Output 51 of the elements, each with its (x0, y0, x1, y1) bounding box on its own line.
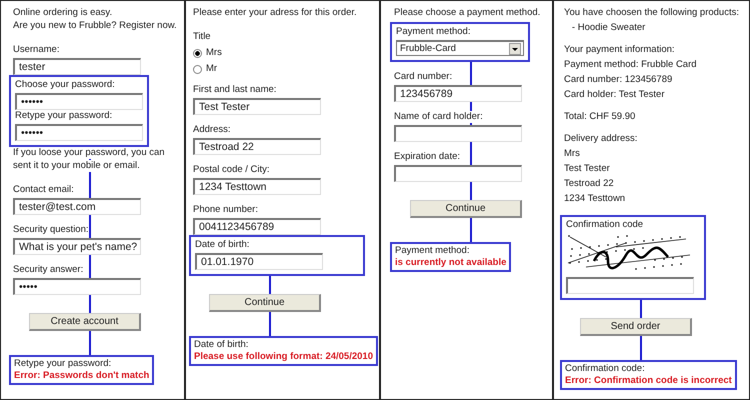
info-text: You have choosen the following products: (564, 7, 739, 19)
info-text: Your payment information: (564, 44, 675, 56)
input-field[interactable] (566, 277, 694, 294)
info-text: Online ordering is easy. (13, 7, 112, 19)
field-label: Retype your password: (15, 110, 112, 122)
info-text: Delivery address: (564, 133, 638, 145)
radio-label: Mrs (206, 47, 222, 59)
field-label: Choose your password: (15, 79, 115, 91)
input-field[interactable]: tester (13, 58, 141, 75)
info-text: If you loose your password, you can (13, 147, 165, 159)
info-text: Please enter your adress for this order. (193, 7, 357, 19)
submit-button[interactable]: Continue (410, 200, 522, 218)
error-label: Payment method: (395, 245, 470, 257)
input-field[interactable] (394, 165, 522, 182)
caret-icon (509, 42, 521, 54)
input-field[interactable]: tester@test.com (13, 198, 141, 215)
field-label: Payment method: (396, 26, 470, 38)
submit-button[interactable]: Continue (209, 294, 321, 312)
input-field[interactable]: What is your pet's name? (13, 238, 141, 255)
submit-button[interactable]: Send order (580, 318, 692, 336)
info-text: sent it to your mobile or email. (13, 160, 140, 172)
error-label: Date of birth: (194, 339, 250, 351)
input-field[interactable]: 01.01.1970 (195, 253, 323, 270)
input-field[interactable] (394, 125, 522, 142)
radio-label: Mr (206, 63, 218, 75)
error-message: is currently not available (395, 257, 506, 269)
field-label: Postal code / City: (193, 164, 270, 176)
input-field[interactable]: 1234 Testtown (193, 178, 321, 195)
input-field[interactable]: 123456789 (394, 85, 522, 102)
info-text: Payment method: Frubble Card (564, 59, 697, 71)
error-message: Error: Passwords don't match (14, 370, 150, 382)
field-label: Expiration date: (394, 151, 460, 163)
input-field[interactable]: Test Tester (193, 98, 321, 115)
error-label: Retype your password: (14, 358, 112, 370)
input-field[interactable]: •••••• (15, 93, 143, 110)
input-field[interactable]: ••••• (13, 278, 141, 295)
submit-button[interactable]: Create account (29, 313, 141, 331)
error-label: Confirmation code: (565, 363, 646, 375)
info-text: Please choose a payment method. (394, 7, 540, 19)
field-label: Security question: (13, 224, 89, 236)
field-label: Security answer: (13, 264, 84, 276)
input-field[interactable]: 0041123456789 (193, 218, 321, 235)
radio-button[interactable] (193, 64, 202, 74)
input-field[interactable]: Testroad 22 (193, 138, 321, 155)
payment-dropdown[interactable]: Frubble-Card (396, 40, 524, 56)
error-message: Please use following format: 24/05/2010 (194, 351, 373, 363)
input-field[interactable]: •••••• (15, 124, 143, 141)
info-text: Are you new to Frubble? Register now. (13, 20, 177, 32)
field-label: Name of card holder: (394, 111, 483, 123)
error-message: Error: Confirmation code is incorrect (565, 375, 732, 387)
radio-button[interactable] (193, 48, 202, 58)
